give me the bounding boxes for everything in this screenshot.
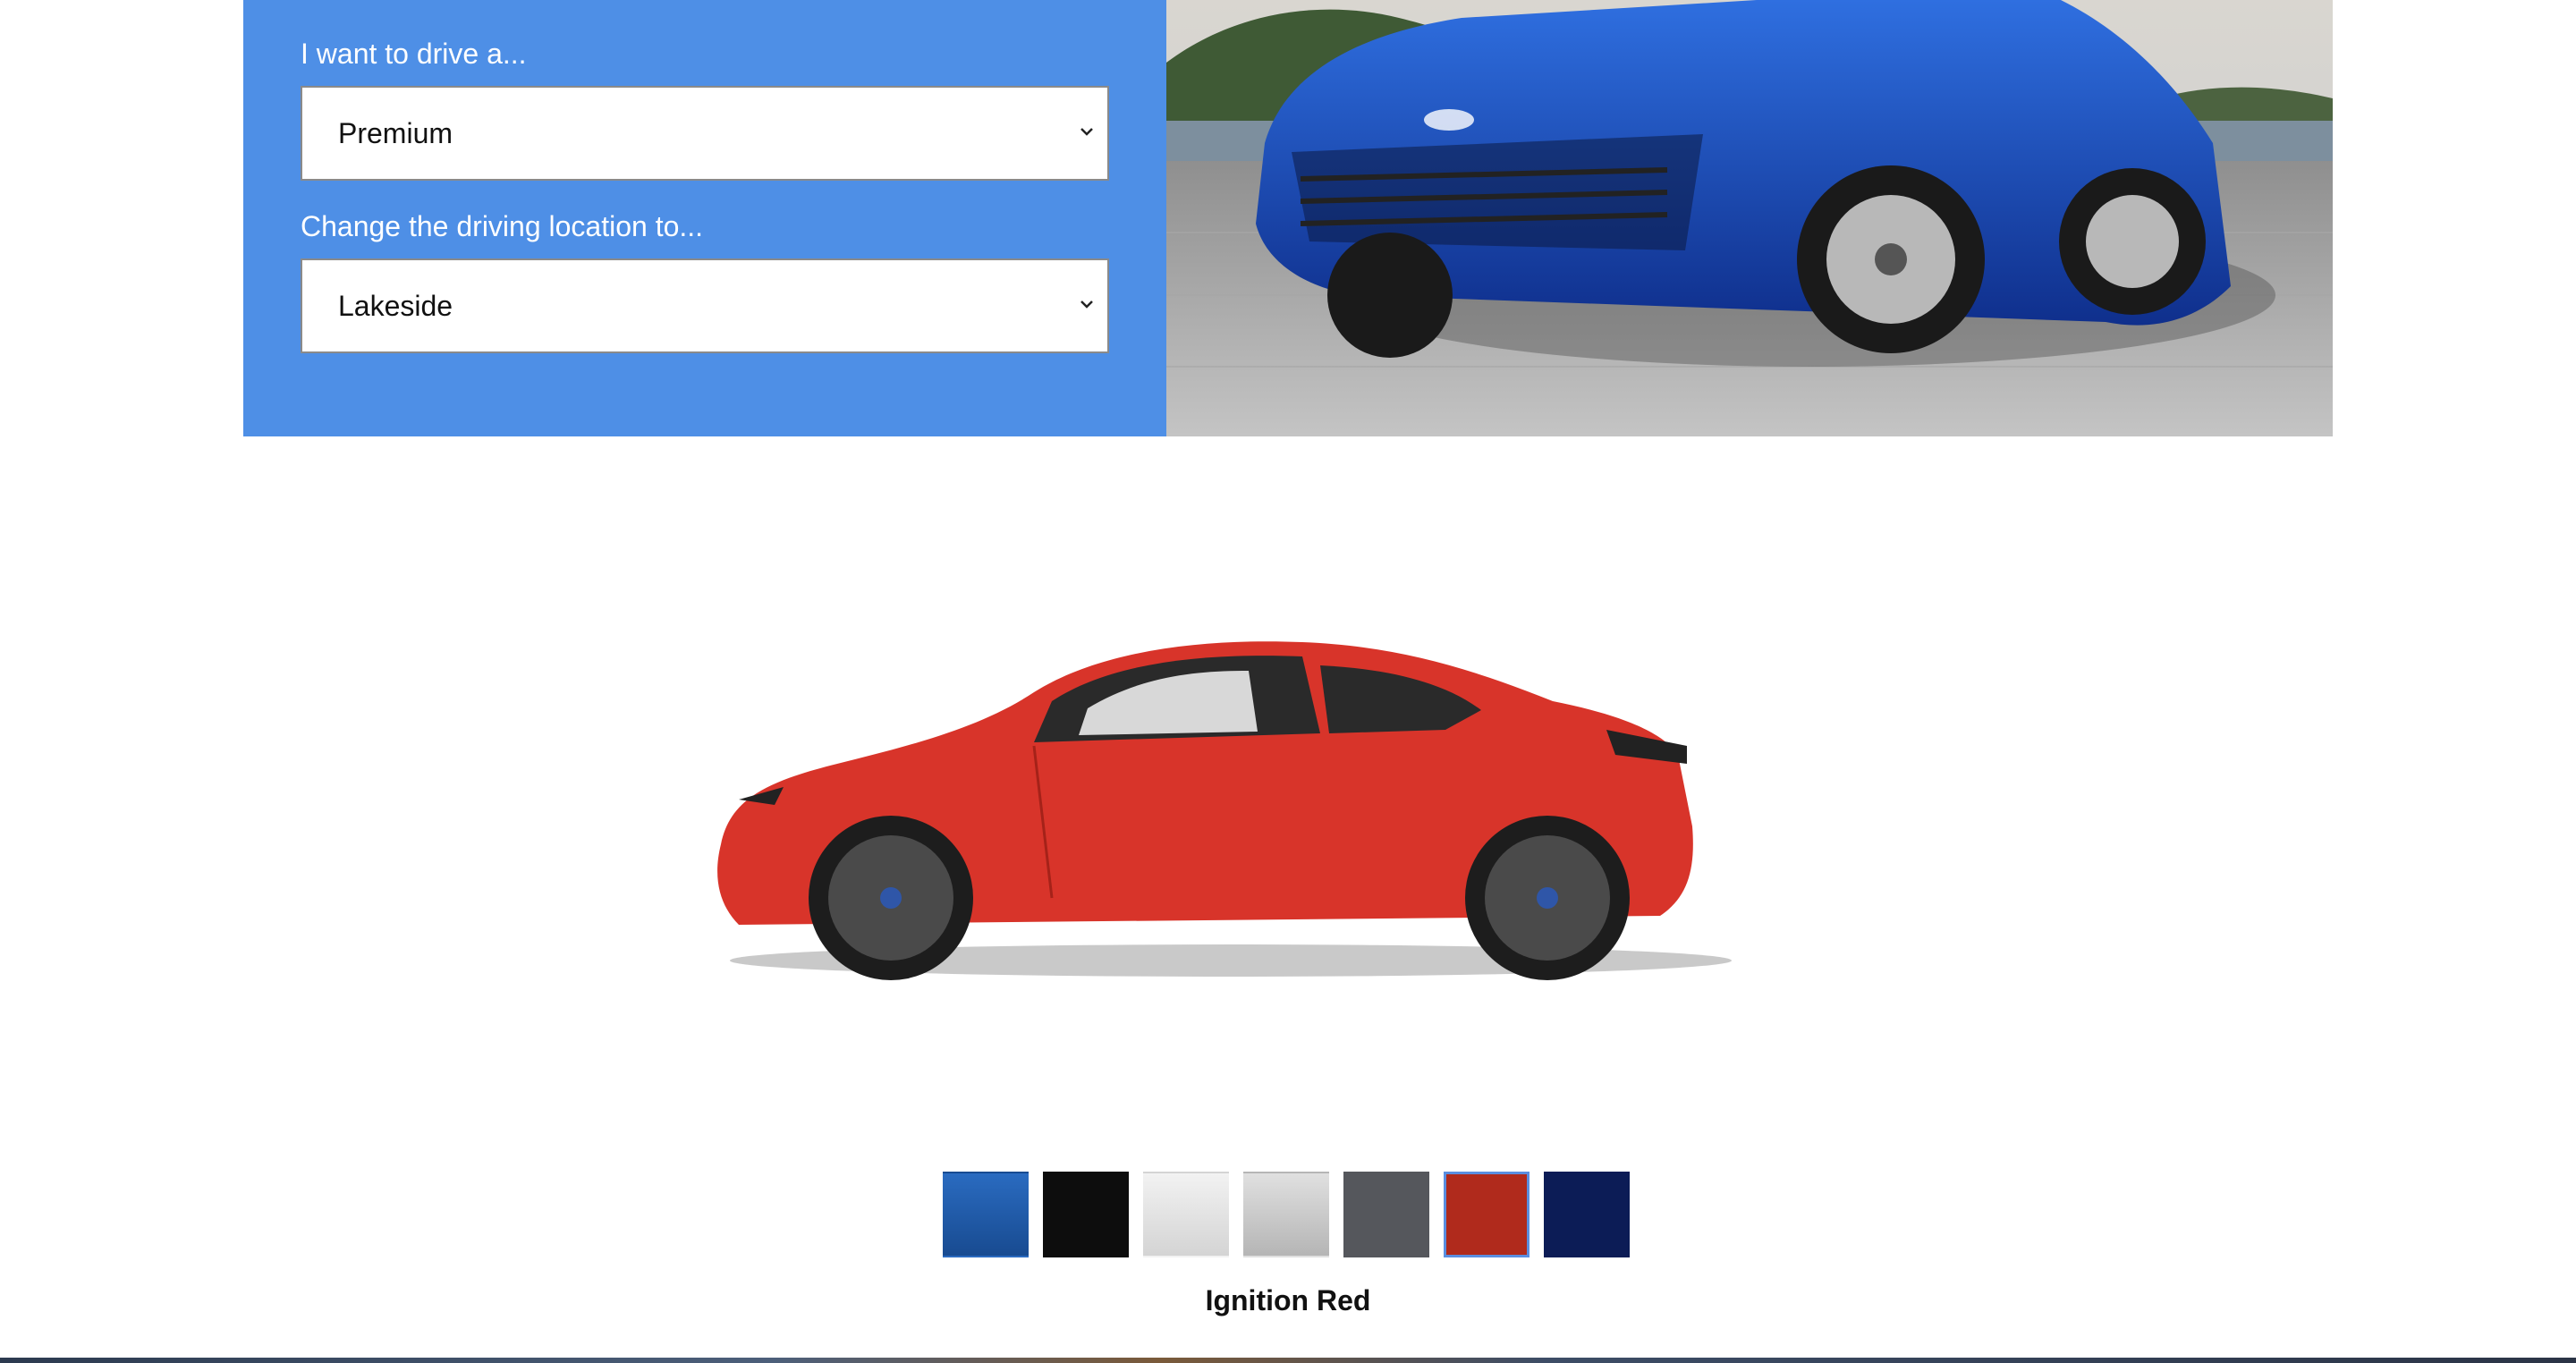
color-swatch[interactable] [1243, 1172, 1329, 1257]
configuration-panel: I want to drive a... Premium Change the … [243, 0, 1166, 436]
chevron-down-icon [1080, 128, 1093, 136]
location-select-value: Lakeside [338, 290, 453, 322]
color-swatch-row [943, 1172, 1630, 1261]
color-swatch[interactable] [1143, 1172, 1229, 1257]
bottom-edge-strip [0, 1358, 2576, 1363]
color-swatch[interactable] [1444, 1172, 1530, 1257]
hero-car-photo [1166, 0, 2333, 436]
trim-select[interactable]: Premium [301, 86, 1109, 181]
location-select[interactable]: Lakeside [301, 258, 1109, 353]
color-swatch[interactable] [1544, 1172, 1630, 1257]
color-swatch[interactable] [1343, 1172, 1429, 1257]
color-swatch[interactable] [943, 1172, 1029, 1257]
selected-color-car-image [712, 630, 1732, 980]
trim-select-value: Premium [338, 117, 453, 149]
chevron-down-icon [1080, 301, 1093, 309]
selected-color-name: Ignition Red [1205, 1284, 1371, 1316]
drive-label: I want to drive a... [301, 38, 527, 70]
location-label: Change the driving location to... [301, 210, 704, 242]
color-swatch[interactable] [1043, 1172, 1129, 1257]
